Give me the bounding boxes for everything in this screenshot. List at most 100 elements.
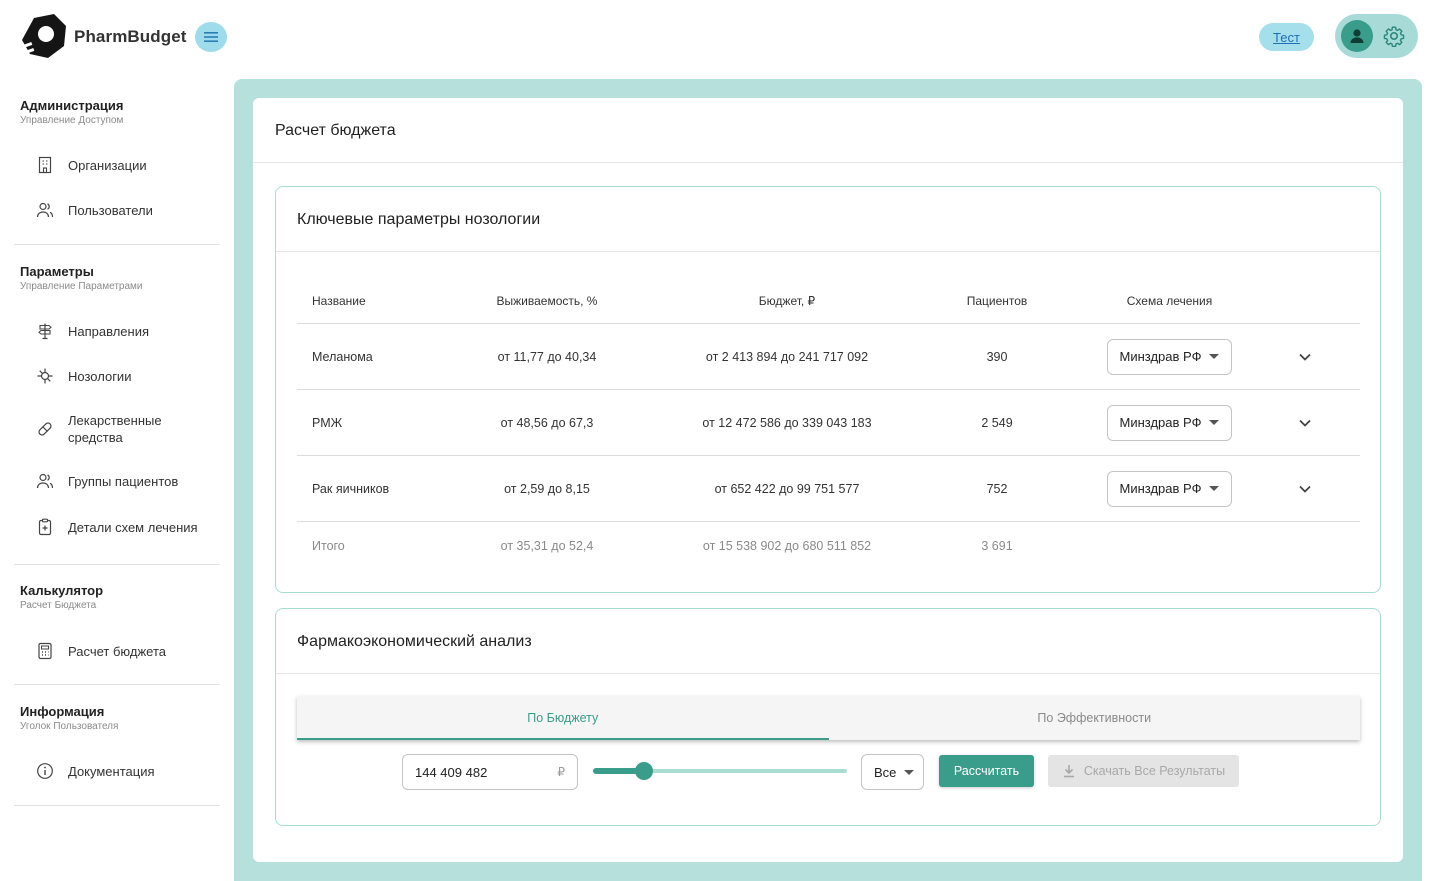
- scheme-cell: Минздрав РФ: [1097, 456, 1242, 521]
- select-value: Минздрав РФ: [1119, 481, 1202, 496]
- budget-amount-input[interactable]: 144 409 482 ₽: [402, 754, 578, 790]
- row-survival: от 2,59 до 8,15: [504, 481, 590, 496]
- row-name: Рак яичников: [312, 481, 390, 496]
- row-budget: от 12 472 586 до 339 043 183: [702, 415, 872, 430]
- signpost-icon: [38, 323, 52, 340]
- menu-toggle-button[interactable]: [195, 22, 227, 52]
- user-avatar-button[interactable]: [1341, 20, 1373, 52]
- hamburger-icon: [204, 32, 218, 42]
- section-title: Параметры: [20, 264, 94, 279]
- table-row: РМЖ от 48,56 до 67,3 от 12 472 586 до 33…: [297, 390, 1360, 456]
- total-patients: 3 691: [981, 539, 1013, 553]
- section-subtitle: Управление Доступом: [20, 115, 124, 126]
- nosology-table: Название Выживаемость, % Бюджет, ₽ Пацие…: [297, 279, 1360, 570]
- slider-thumb[interactable]: [634, 762, 653, 780]
- row-budget: от 652 422 до 99 751 577: [714, 481, 860, 496]
- sidebar-item-documentation[interactable]: Документация: [14, 762, 155, 780]
- expand-row-button[interactable]: [1287, 456, 1323, 521]
- sidebar-item-nosologies[interactable]: Нозологии: [14, 367, 131, 385]
- sidebar-item-treatment-details[interactable]: Детали схем лечения: [14, 518, 198, 536]
- sidebar-item-medicines[interactable]: Лекарственные средства: [14, 412, 194, 446]
- divider: [276, 673, 1380, 674]
- sidebar-item-directions[interactable]: Направления: [14, 322, 149, 340]
- page-title: Расчет бюджета: [275, 122, 396, 139]
- users-icon: [36, 473, 54, 489]
- sidebar-item-budget-calculation[interactable]: Расчет бюджета: [14, 642, 166, 660]
- divider: [253, 162, 1403, 163]
- sidebar-item-organizations[interactable]: Организации: [14, 156, 147, 174]
- caret-down-icon: [1209, 354, 1220, 359]
- column-header-scheme: Схема лечения: [1126, 294, 1213, 308]
- section-title: Информация: [20, 704, 105, 719]
- settings-gear-icon[interactable]: [1383, 25, 1405, 47]
- table-row: Меланома от 11,77 до 40,34 от 2 413 894 …: [297, 324, 1360, 390]
- total-survival: от 35,31 до 52,4: [500, 539, 594, 553]
- currency-symbol: ₽: [557, 765, 565, 779]
- section-subtitle: Расчет Бюджета: [20, 600, 97, 611]
- sidebar-item-label: Детали схем лечения: [68, 519, 198, 535]
- download-label: Скачать Все Результаты: [1083, 764, 1226, 778]
- panel-title: Фармакоэкономический анализ: [297, 633, 532, 650]
- expand-row-button[interactable]: [1287, 390, 1323, 455]
- sidebar-section-calculator: Калькулятор Расчет Бюджета Расчет бюджет…: [14, 583, 220, 685]
- budget-value: 144 409 482: [415, 764, 488, 780]
- top-bar: PharmBudget Тест: [0, 0, 1440, 76]
- caret-down-icon: [1209, 420, 1220, 425]
- section-subtitle: Управление Параметрами: [20, 281, 143, 292]
- calculate-button[interactable]: Рассчитать: [939, 755, 1034, 787]
- caret-down-icon: [1209, 486, 1220, 491]
- test-link[interactable]: Тест: [1259, 23, 1314, 51]
- column-header-survival: Выживаемость, %: [496, 294, 598, 308]
- user-menu: [1335, 14, 1418, 58]
- table-row: Рак яичников от 2,59 до 8,15 от 652 422 …: [297, 456, 1360, 522]
- pharmbudget-logo-icon: [20, 14, 66, 58]
- panel-title: Ключевые параметры нозологии: [297, 211, 541, 228]
- calculator-icon: [38, 642, 52, 660]
- select-value: Минздрав РФ: [1119, 349, 1202, 364]
- sidebar-item-label: Нозологии: [68, 368, 132, 384]
- column-header-patients: Пациентов: [966, 294, 1028, 308]
- caret-down-icon: [904, 769, 915, 775]
- scheme-select[interactable]: Минздрав РФ: [1106, 338, 1233, 375]
- select-value: Все: [874, 764, 897, 780]
- download-all-results-button[interactable]: Скачать Все Результаты: [1048, 755, 1239, 787]
- total-name: Итого: [312, 539, 345, 553]
- sidebar-item-label: Расчет бюджета: [68, 643, 166, 659]
- users-icon: [36, 202, 54, 218]
- sidebar-item-label: Пользователи: [68, 202, 153, 218]
- sidebar-item-users[interactable]: Пользователи: [14, 201, 153, 219]
- section-title: Калькулятор: [20, 583, 104, 598]
- logo[interactable]: PharmBudget: [20, 14, 187, 60]
- sidebar: Администрация Управление Доступом Органи…: [0, 80, 234, 881]
- sidebar-item-patient-groups[interactable]: Группы пациентов: [14, 472, 178, 490]
- section-subtitle: Уголок Пользователя: [20, 721, 119, 732]
- sidebar-section-information: Информация Уголок Пользователя Документа…: [14, 704, 220, 806]
- row-name: Меланома: [312, 349, 373, 364]
- sidebar-item-label: Документация: [68, 763, 155, 779]
- table-header: Название Выживаемость, % Бюджет, ₽ Пацие…: [297, 279, 1360, 324]
- chevron-down-icon: [1299, 353, 1311, 361]
- app-name: PharmBudget: [74, 27, 187, 46]
- sidebar-item-label: Организации: [68, 157, 147, 173]
- pharmacoeconomic-analysis-panel: Фармакоэкономический анализ По Бюджету П…: [275, 608, 1381, 826]
- sidebar-section-parameters: Параметры Управление Параметрами Направл…: [14, 264, 220, 565]
- analysis-tabs: По Бюджету По Эффективности: [297, 696, 1360, 740]
- scheme-select[interactable]: Минздрав РФ: [1106, 404, 1233, 441]
- download-icon: [1063, 765, 1074, 778]
- tab-by-effectiveness[interactable]: По Эффективности: [829, 696, 1361, 740]
- scheme-select[interactable]: Минздрав РФ: [1106, 470, 1233, 507]
- row-patients: 752: [986, 481, 1008, 496]
- expand-row-button[interactable]: [1287, 324, 1323, 389]
- divider: [276, 251, 1380, 252]
- sidebar-item-label: Направления: [68, 323, 150, 339]
- row-patients: 390: [986, 349, 1008, 364]
- budget-card: Расчет бюджета Ключевые параметры нозоло…: [253, 98, 1403, 862]
- filter-select[interactable]: Все: [861, 754, 924, 790]
- sidebar-section-administration: Администрация Управление Доступом Органи…: [14, 98, 220, 245]
- row-survival: от 11,77 до 40,34: [497, 349, 597, 364]
- budget-slider[interactable]: [593, 757, 847, 785]
- chevron-down-icon: [1299, 419, 1311, 427]
- nosology-parameters-panel: Ключевые параметры нозологии Название Вы…: [275, 186, 1381, 593]
- tab-by-budget[interactable]: По Бюджету: [297, 696, 829, 740]
- virus-icon: [37, 368, 53, 384]
